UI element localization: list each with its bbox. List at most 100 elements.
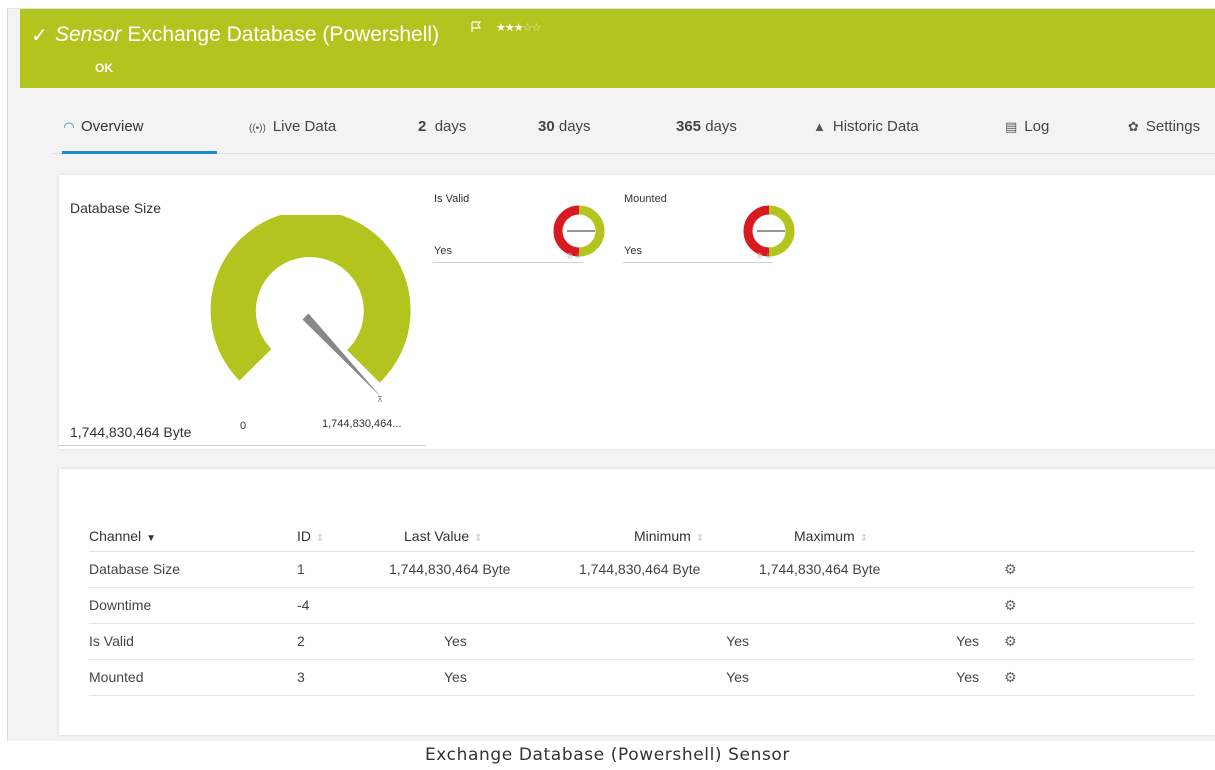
cell-id: -4	[297, 587, 389, 624]
check-icon: ✓	[31, 25, 48, 47]
tab-2-days-number: 2	[418, 118, 427, 135]
gauges-panel: Database Size ⊼ 1,744,830,464 Byte 0 1,7…	[59, 175, 1215, 449]
channels-panel: Channel ▼ ID ⇕ Last Value ⇕ Minimum ⇕ Maximu…	[59, 469, 1215, 735]
tab-overview-label: Overview	[81, 118, 144, 135]
channel-settings-icon[interactable]: ⚙	[1004, 561, 1017, 577]
gauge-title: Database Size	[70, 200, 162, 216]
tab-settings-label: Settings	[1145, 118, 1201, 135]
cell-last-value: Yes	[389, 623, 579, 660]
cell-maximum: Yes	[759, 659, 999, 696]
channels-table: Channel ▼ ID ⇕ Last Value ⇕ Minimum ⇕ Maximu…	[89, 521, 1195, 696]
sort-icon: ⇕	[474, 532, 483, 544]
column-header-channel-label: Channel	[89, 527, 142, 544]
tab-settings[interactable]: ✿ Settings	[1128, 114, 1200, 154]
sort-icon: ⇕	[316, 532, 325, 544]
mounted-value: Yes	[624, 245, 642, 257]
cell-minimum	[579, 587, 759, 624]
column-header-last-value-label: Last Value	[404, 527, 470, 544]
column-header-last-value[interactable]: Last Value ⇕	[389, 521, 579, 552]
sensor-page: ✓ Sensor Exchange Database (Powershell) …	[7, 8, 1215, 741]
tab-overview[interactable]: ◠ Overview	[62, 114, 217, 154]
sort-icon: ⇕	[695, 532, 705, 544]
gauge-max-label: 1,744,830,464...	[322, 418, 402, 430]
table-row: Downtime -4 ⚙	[89, 587, 1195, 624]
mounted-dial	[743, 205, 795, 257]
cell-maximum: 1,744,830,464 Byte	[759, 551, 999, 588]
column-header-minimum[interactable]: Minimum ⇕	[579, 521, 759, 552]
sort-desc-icon: ▼	[146, 532, 157, 544]
sensor-header: ✓ Sensor Exchange Database (Powershell) …	[20, 9, 1215, 88]
cell-maximum: Yes	[759, 623, 999, 660]
column-header-minimum-label: Minimum	[634, 527, 691, 544]
log-icon: ▤	[1005, 119, 1018, 134]
priority-stars-empty: ☆☆	[522, 22, 542, 34]
mounted-gauge: Mounted Yes ⚙ ⊥	[623, 193, 795, 263]
column-header-channel[interactable]: Channel ▼	[89, 521, 297, 552]
is-valid-value: Yes	[434, 245, 452, 257]
channel-settings-icon[interactable]: ⚙	[1004, 669, 1017, 685]
cell-minimum: 1,744,830,464 Byte	[579, 551, 759, 588]
table-row: Is Valid 2 Yes Yes Yes ⚙	[89, 623, 1195, 660]
area-chart-icon: ▲	[813, 119, 826, 134]
column-header-id[interactable]: ID ⇕	[297, 521, 389, 552]
tab-365-days[interactable]: 365 days	[676, 114, 737, 154]
cell-id: 1	[297, 551, 389, 588]
cell-channel[interactable]: Mounted	[89, 659, 297, 696]
column-header-id-label: ID	[297, 527, 311, 544]
table-row: Database Size 1 1,744,830,464 Byte 1,744…	[89, 551, 1195, 588]
cell-minimum: Yes	[579, 659, 759, 696]
cell-id: 3	[297, 659, 389, 696]
tab-30-days-label: days	[558, 118, 591, 135]
cell-channel[interactable]: Is Valid	[89, 623, 297, 660]
status-badge: OK	[95, 61, 113, 75]
channel-settings-icon[interactable]: ⚙	[1004, 597, 1017, 613]
settings-pin-icon[interactable]: ⚙ ⊥	[757, 252, 771, 260]
gauge-arc	[210, 215, 411, 383]
gauge-min-label: 0	[240, 420, 247, 432]
cell-channel[interactable]: Downtime	[89, 587, 297, 624]
table-header-row: Channel ▼ ID ⇕ Last Value ⇕ Minimum ⇕ Maximu…	[89, 521, 1195, 552]
column-header-actions	[999, 521, 1195, 552]
column-header-maximum-label: Maximum	[794, 527, 855, 544]
sort-icon: ⇕	[859, 532, 869, 544]
gauge-value: 1,744,830,464 Byte	[70, 424, 192, 440]
tab-2-days-label: days	[434, 118, 467, 135]
sensor-title: Sensor Exchange Database (Powershell)	[55, 23, 439, 47]
gauge-divider	[59, 445, 426, 446]
settings-pin-icon[interactable]: ⚙ ⊥	[567, 252, 581, 260]
column-header-maximum[interactable]: Maximum ⇕	[759, 521, 999, 552]
tab-log-label: Log	[1024, 118, 1050, 135]
gauge-icon: ◠	[64, 119, 74, 134]
tab-30-days-number: 30	[538, 118, 555, 135]
is-valid-gauge: Is Valid Yes ⚙ ⊥	[433, 193, 605, 263]
tab-30-days[interactable]: 30 days	[538, 114, 591, 154]
tab-365-days-label: days	[705, 118, 737, 135]
tab-365-days-number: 365	[676, 118, 702, 135]
is-valid-title: Is Valid	[434, 193, 470, 205]
tab-bar: ◠ Overview ((•)) Live Data 2 days 30 days …	[53, 114, 1215, 154]
tab-historic-data-label: Historic Data	[832, 118, 919, 135]
database-size-gauge: ⊼	[210, 215, 411, 404]
table-row: Mounted 3 Yes Yes Yes ⚙	[89, 659, 1195, 696]
priority-stars-filled: ★★★	[496, 22, 524, 34]
tab-2-days[interactable]: 2 days	[418, 114, 466, 154]
tab-live-data-label: Live Data	[272, 118, 337, 135]
mounted-title: Mounted	[624, 193, 667, 205]
flag-icon[interactable]	[470, 21, 482, 33]
cell-channel[interactable]: Database Size	[89, 551, 297, 588]
is-valid-dial	[553, 205, 605, 257]
cell-id: 2	[297, 623, 389, 660]
sensor-type-label: Sensor	[55, 23, 122, 46]
cell-last-value	[389, 587, 579, 624]
gear-icon: ✿	[1128, 119, 1139, 134]
tab-log[interactable]: ▤ Log	[1005, 114, 1049, 154]
channel-settings-icon[interactable]: ⚙	[1004, 633, 1017, 649]
cell-last-value: 1,744,830,464 Byte	[389, 551, 579, 588]
cell-last-value: Yes	[389, 659, 579, 696]
gauge-tick-mark: ⊼	[377, 395, 383, 404]
sensor-name: Exchange Database (Powershell)	[127, 23, 440, 46]
tab-live-data[interactable]: ((•)) Live Data	[249, 114, 336, 154]
priority-stars[interactable]: ★★★☆☆	[496, 21, 542, 34]
tab-historic-data[interactable]: ▲ Historic Data	[813, 114, 919, 154]
live-data-icon: ((•))	[249, 123, 266, 134]
